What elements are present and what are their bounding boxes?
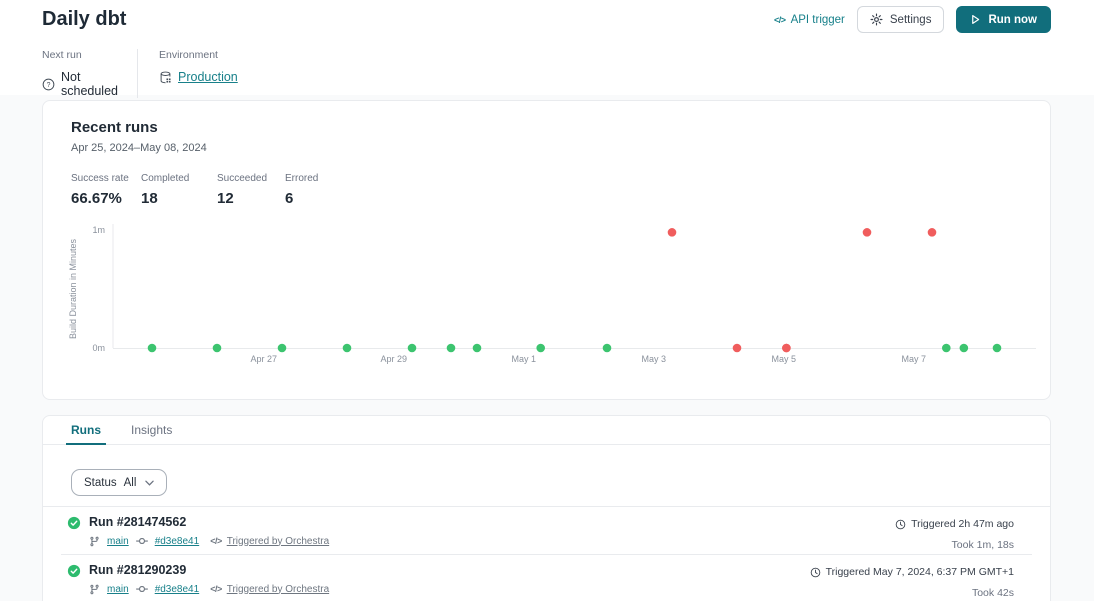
- run-duration-text: Took 42s: [810, 587, 1014, 599]
- question-circle-icon: ?: [42, 78, 55, 91]
- run-dot-succeeded[interactable]: [960, 344, 969, 353]
- play-icon: [970, 14, 981, 25]
- run-title: Run #281474562: [89, 515, 329, 529]
- commit-link[interactable]: #d3e8e41: [155, 536, 200, 547]
- run-duration-text: Took 1m, 18s: [895, 539, 1014, 551]
- chevron-down-icon: [145, 480, 154, 486]
- tab-insights[interactable]: Insights: [126, 416, 177, 444]
- x-tick-label: Apr 29: [381, 354, 408, 364]
- run-now-label: Run now: [988, 14, 1037, 26]
- run-dot-succeeded[interactable]: [343, 344, 352, 353]
- branch-link[interactable]: main: [107, 536, 129, 547]
- y-axis-label: Build Duration in Minutes: [68, 238, 78, 339]
- gear-icon: [870, 13, 883, 26]
- header-actions: </> API trigger Settings Run: [774, 6, 1051, 33]
- git-commit-icon: [136, 583, 148, 595]
- success-check-icon: [67, 564, 81, 601]
- y-tick-label: 0m: [92, 343, 105, 353]
- recent-runs-date-range: Apr 25, 2024–May 08, 2024: [71, 142, 1022, 154]
- trigger-source-link[interactable]: Triggered by Orchestra: [227, 536, 329, 547]
- run-now-button[interactable]: Run now: [956, 6, 1051, 33]
- recent-runs-title: Recent runs: [71, 119, 1022, 136]
- x-tick-label: May 3: [642, 354, 667, 364]
- run-dot-errored[interactable]: [928, 228, 937, 237]
- job-meta: Next run ? Not scheduled Environment: [42, 49, 1094, 98]
- commit-link[interactable]: #d3e8e41: [155, 584, 200, 595]
- run-dot-succeeded[interactable]: [278, 344, 287, 353]
- success-check-icon: [67, 516, 81, 554]
- code-icon: </>: [774, 15, 786, 25]
- run-row-1[interactable]: Run #281474562 main #d3e8e41 </> Trigger…: [43, 507, 1050, 554]
- next-run-label: Next run: [42, 49, 137, 61]
- filter-row: Status All: [43, 445, 1050, 506]
- run-dot-succeeded[interactable]: [993, 344, 1002, 353]
- x-tick-label: May 1: [512, 354, 537, 364]
- run-row-2[interactable]: Run #281290239 main #d3e8e41 </> Trigger…: [43, 555, 1050, 601]
- api-trigger-link[interactable]: </> API trigger: [774, 14, 845, 26]
- runs-list: Run #281474562 main #d3e8e41 </> Trigger…: [43, 507, 1050, 601]
- environment-link[interactable]: Production: [178, 70, 238, 84]
- run-triggered-text: Triggered 2h 47m ago: [911, 518, 1014, 530]
- y-tick-label: 1m: [92, 225, 105, 235]
- settings-label: Settings: [890, 14, 932, 26]
- x-tick-label: Apr 27: [251, 354, 278, 364]
- status-filter-dropdown[interactable]: Status All: [71, 469, 167, 496]
- recent-runs-card: Recent runs Apr 25, 2024–May 08, 2024 Su…: [42, 100, 1051, 400]
- status-filter-label: Status: [84, 477, 117, 489]
- run-dot-succeeded[interactable]: [536, 344, 545, 353]
- run-dot-succeeded[interactable]: [473, 344, 482, 353]
- build-duration-chart: 0m 1m Build Duration in Minutes Apr 27 Apr 2…: [43, 219, 1050, 384]
- x-tick-label: May 5: [772, 354, 797, 364]
- recent-runs-stats: Success rate 66.67% Completed 18 Succeed…: [71, 173, 1022, 207]
- run-dot-succeeded[interactable]: [213, 344, 222, 353]
- clock-icon: [810, 567, 821, 578]
- settings-button[interactable]: Settings: [857, 6, 945, 33]
- run-dot-errored[interactable]: [733, 344, 742, 353]
- environment-database-icon: [159, 71, 172, 84]
- page-header: Daily dbt </> API trigger Settings: [0, 0, 1094, 95]
- run-dot-succeeded[interactable]: [942, 344, 951, 353]
- stat-succeeded: Succeeded 12: [217, 173, 285, 207]
- status-filter-value: All: [124, 477, 137, 489]
- trigger-source-link[interactable]: Triggered by Orchestra: [227, 584, 329, 595]
- api-trigger-label: API trigger: [791, 14, 845, 26]
- run-title: Run #281290239: [89, 563, 329, 577]
- run-dot-succeeded[interactable]: [148, 344, 157, 353]
- run-dot-succeeded[interactable]: [603, 344, 612, 353]
- code-icon: </>: [210, 584, 222, 594]
- stat-errored: Errored 6: [285, 173, 318, 207]
- next-run-value: Not scheduled: [61, 70, 137, 98]
- run-dot-errored[interactable]: [863, 228, 872, 237]
- git-commit-icon: [136, 535, 148, 547]
- page-title: Daily dbt: [42, 8, 126, 31]
- x-tick-label: May 7: [902, 354, 927, 364]
- git-branch-icon: [89, 536, 100, 547]
- branch-link[interactable]: main: [107, 584, 129, 595]
- git-branch-icon: [89, 584, 100, 595]
- run-dot-errored[interactable]: [782, 344, 791, 353]
- runs-card: Runs Insights Status All: [42, 415, 1051, 601]
- stat-completed: Completed 18: [141, 173, 217, 207]
- code-icon: </>: [210, 536, 222, 546]
- clock-icon: [895, 519, 906, 530]
- run-dot-succeeded[interactable]: [447, 344, 456, 353]
- run-dot-succeeded[interactable]: [408, 344, 417, 353]
- run-dot-errored[interactable]: [668, 228, 677, 237]
- svg-text:?: ?: [47, 82, 51, 89]
- stat-success-rate: Success rate 66.67%: [71, 173, 141, 207]
- tab-bar: Runs Insights: [43, 416, 1050, 445]
- run-triggered-text: Triggered May 7, 2024, 6:37 PM GMT+1: [826, 566, 1014, 578]
- tab-runs[interactable]: Runs: [66, 416, 106, 444]
- environment-label: Environment: [159, 49, 238, 61]
